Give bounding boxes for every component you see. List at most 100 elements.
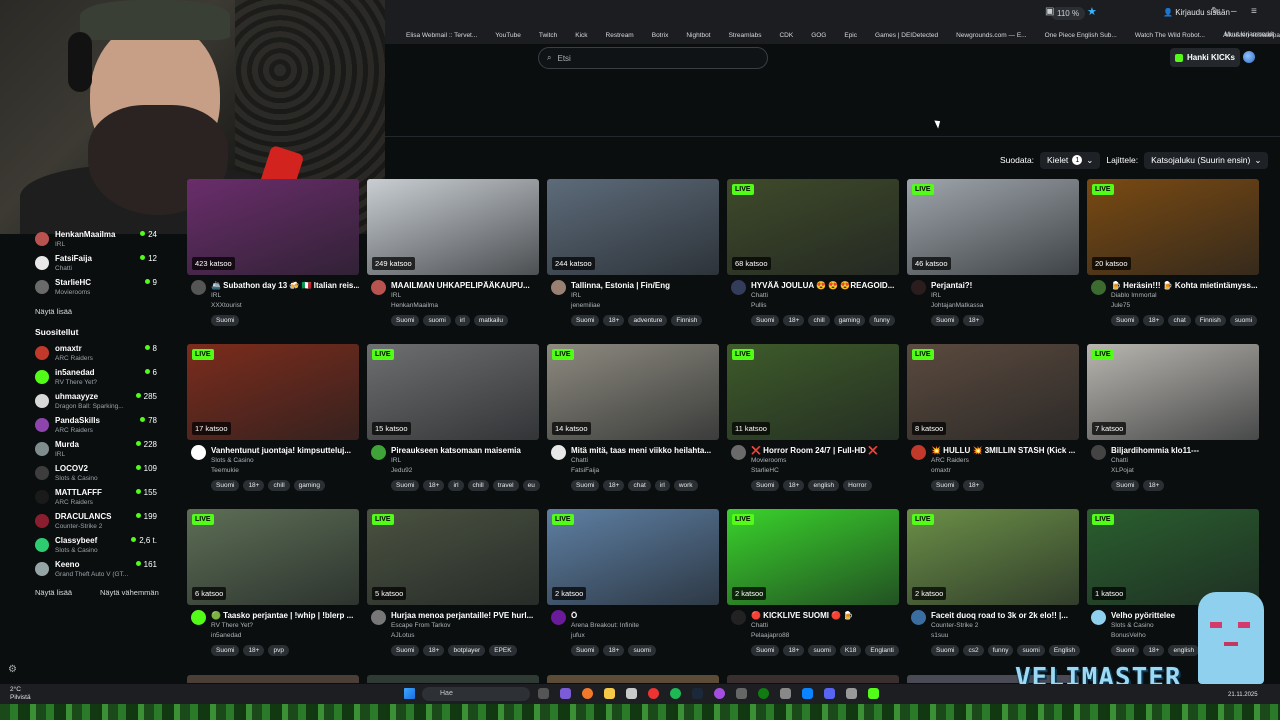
tag-chip[interactable]: Suomi <box>751 315 780 326</box>
stream-card[interactable]: LIVE 11 katsoo ❌ Horror Room 24/7 | Full-H… <box>727 344 899 504</box>
discord-icon[interactable] <box>824 688 835 699</box>
minimize-icon[interactable]: – <box>1231 6 1237 17</box>
avatar[interactable] <box>551 610 566 625</box>
tag-chip[interactable]: Suomi <box>931 480 960 491</box>
tag-chip[interactable]: 18+ <box>603 645 625 656</box>
tag-chip[interactable]: pvp <box>268 645 289 656</box>
menu-icon[interactable]: ≡ <box>1251 6 1257 17</box>
tag-chip[interactable]: Suomi <box>571 645 600 656</box>
avatar[interactable] <box>191 280 206 295</box>
stream-thumbnail[interactable]: LIVE 1 katsoo <box>1087 509 1259 605</box>
avatar[interactable] <box>911 445 926 460</box>
tag-chip[interactable]: chill <box>808 315 830 326</box>
tag-chip[interactable]: 18+ <box>603 480 625 491</box>
tag-chip[interactable]: english <box>808 480 840 491</box>
stream-thumbnail[interactable]: LIVE 20 katsoo <box>1087 179 1259 275</box>
avatar[interactable] <box>191 610 206 625</box>
stream-thumbnail[interactable]: LIVE 68 katsoo <box>727 179 899 275</box>
tag-chip[interactable]: Suomi <box>391 645 420 656</box>
weather-widget[interactable]: 2°C Pilvistä <box>10 686 31 702</box>
tag-chip[interactable]: Suomi <box>211 480 240 491</box>
tag-chip[interactable]: suomi <box>628 645 656 656</box>
tag-chip[interactable]: Suomi <box>391 480 420 491</box>
stream-category[interactable]: Escape From Tarkov <box>391 622 450 629</box>
bookmark-item[interactable]: GOG <box>811 32 826 39</box>
avatar[interactable] <box>1091 280 1106 295</box>
stream-title[interactable]: 🟢 Taasko perjantae | !whip | !blerp ... <box>211 611 359 620</box>
stream-card[interactable]: LIVE 20 katsoo 🍺 Heräsin!!! 🍺 Kohta mietin… <box>1087 179 1259 339</box>
stream-title[interactable]: Vanhentunut juontaja! kimpsutteluj... <box>211 446 359 455</box>
bookmark-item[interactable]: YouTube <box>495 32 521 39</box>
sidebar-channel-item[interactable]: omaxtr ARC Raiders 8 <box>35 344 157 366</box>
tag-chip[interactable]: suomi <box>1017 645 1045 656</box>
taskbar-search[interactable]: Hae <box>422 687 530 701</box>
stream-thumbnail[interactable]: LIVE 15 katsoo <box>367 344 539 440</box>
stream-title[interactable]: Mitä mitä, taas meni viikko heilahta... <box>571 446 719 455</box>
stream-title[interactable]: Perjantai?! <box>931 281 1079 290</box>
stream-title[interactable]: ❌ Horror Room 24/7 | Full-HD ❌ <box>751 446 899 455</box>
stream-category[interactable]: Chatti <box>1111 457 1128 464</box>
tag-chip[interactable]: Suomi <box>931 315 960 326</box>
tag-chip[interactable]: suomi <box>808 645 836 656</box>
stream-card[interactable]: 423 katsoo 🚢 Subathon day 13 🍻 🇮🇹 Italian… <box>187 179 359 339</box>
streamer-name[interactable]: BonusVelho <box>1111 632 1146 639</box>
stream-card[interactable]: LIVE 68 katsoo HYVÄÄ JOULUA 😍 😍 😍REAGOID..… <box>727 179 899 339</box>
sidebar-channel-item[interactable]: PandaSkills ARC Raiders 78 <box>35 416 157 438</box>
tag-chip[interactable]: K18 <box>839 645 862 656</box>
windows-start-icon[interactable] <box>404 688 415 699</box>
tag-chip[interactable]: 18+ <box>243 480 265 491</box>
streamer-name[interactable]: HenkanMaailma <box>391 302 438 309</box>
tag-chip[interactable]: Horror <box>843 480 872 491</box>
chrome-icon[interactable] <box>648 688 659 699</box>
stream-card[interactable]: LIVE 17 katsoo Vanhentunut juontaja! kimps… <box>187 344 359 504</box>
show-less-link[interactable]: Näytä vähemmän <box>100 588 159 597</box>
streamer-name[interactable]: XLPojat <box>1111 467 1134 474</box>
avatar[interactable] <box>1091 445 1106 460</box>
tag-chip[interactable]: chat <box>628 480 651 491</box>
tag-chip[interactable]: Suomi <box>391 315 420 326</box>
stream-card[interactable]: LIVE 5 katsoo Hurjaa menoa perjantaille! P… <box>367 509 539 669</box>
avatar[interactable] <box>551 445 566 460</box>
tag-chip[interactable]: 18+ <box>603 315 625 326</box>
stream-category[interactable]: IRL <box>571 292 581 299</box>
tag-chip[interactable]: Suomi <box>751 645 780 656</box>
bookmark-item[interactable]: Epic <box>844 32 857 39</box>
streamer-name[interactable]: XXXtourist <box>211 302 242 309</box>
zoom-indicator[interactable]: 110 % <box>1051 7 1086 20</box>
app-icon[interactable] <box>736 688 747 699</box>
avatar[interactable] <box>191 445 206 460</box>
sidebar-channel-item[interactable]: HenkanMaailma IRL 24 <box>35 230 157 252</box>
stream-thumbnail[interactable]: LIVE 8 katsoo <box>907 344 1079 440</box>
tag-chip[interactable]: Suomi <box>571 315 600 326</box>
stream-title[interactable]: Ö <box>571 611 719 620</box>
stream-thumbnail[interactable]: LIVE 46 katsoo <box>907 179 1079 275</box>
tag-chip[interactable]: irl <box>654 480 670 491</box>
stream-title[interactable]: 🍺 Heräsin!!! 🍺 Kohta mietintämyss... <box>1111 281 1259 290</box>
stream-card[interactable]: LIVE 7 katsoo Biljardihommia klo11--- Chatt… <box>1087 344 1259 504</box>
stream-thumbnail[interactable]: LIVE 2 katsoo <box>547 509 719 605</box>
bookmark-item[interactable]: Streamlabs <box>729 32 762 39</box>
stream-title[interactable]: 💥 HULLU 💥 3MILLIN STASH (Kick ... <box>931 446 1079 455</box>
tag-chip[interactable]: 18+ <box>783 315 805 326</box>
stream-card[interactable]: LIVE 14 katsoo Mitä mitä, taas meni viikko… <box>547 344 719 504</box>
streamer-name[interactable]: Jule75 <box>1111 302 1130 309</box>
show-more-link[interactable]: Näytä lisää <box>35 588 72 597</box>
streamer-name[interactable]: Jedu92 <box>391 467 412 474</box>
tag-chip[interactable]: 18+ <box>1143 315 1165 326</box>
stream-category[interactable]: Counter-Strike 2 <box>931 622 978 629</box>
tag-chip[interactable]: Suomi <box>571 480 600 491</box>
sidebar-channel-item[interactable]: uhmaayyze Dragon Ball: Sparking... 285 <box>35 392 157 414</box>
store-icon[interactable] <box>626 688 637 699</box>
tag-chip[interactable]: Suomi <box>931 645 960 656</box>
bookmark-item[interactable]: Botrix <box>652 32 669 39</box>
stream-category[interactable]: Arena Breakout: Infinite <box>571 622 639 629</box>
tag-chip[interactable]: Suomi <box>751 480 780 491</box>
streamer-name[interactable]: Pullis <box>751 302 767 309</box>
stream-title[interactable]: Hurjaa menoa perjantaille! PVE hurl... <box>391 611 539 620</box>
stream-category[interactable]: ARC Raiders <box>931 457 969 464</box>
tag-chip[interactable]: irl <box>448 480 464 491</box>
bookmark-item[interactable]: Watch The Wild Robot... <box>1135 32 1205 39</box>
bookmark-item[interactable]: Restream <box>606 32 634 39</box>
bookmark-item[interactable]: One Piece English Sub... <box>1045 32 1117 39</box>
avatar[interactable] <box>911 280 926 295</box>
